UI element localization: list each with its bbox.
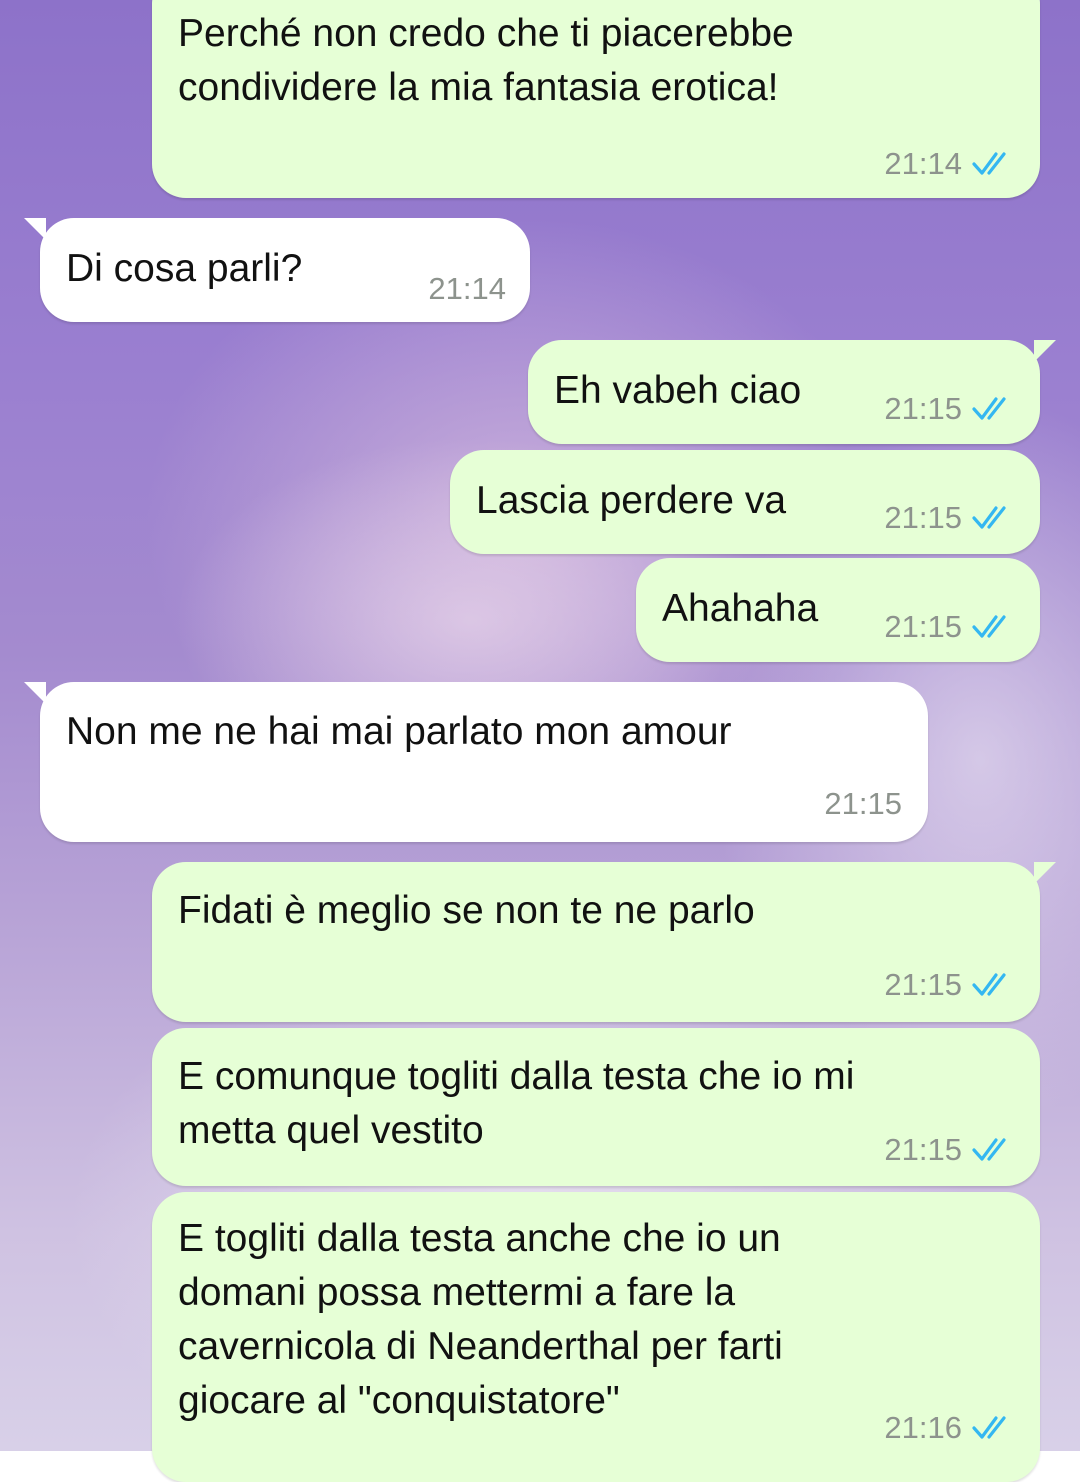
message-meta: 21:14: [884, 146, 1016, 182]
message-text: E togliti dalla testa anche che io un do…: [178, 1217, 783, 1422]
message-time: 21:15: [884, 967, 962, 1002]
message-time: 21:15: [884, 391, 962, 426]
message-bubble-outgoing[interactable]: Perché non credo che ti piacerebbe condi…: [152, 0, 1040, 198]
message-bubble-outgoing[interactable]: Fidati è meglio se non te ne parlo 21:15: [152, 862, 1056, 1022]
message-time: 21:16: [884, 1410, 962, 1445]
message-meta: 21:15: [884, 967, 1016, 1003]
message-bubble-outgoing[interactable]: Eh vabeh ciao 21:15: [528, 340, 1056, 444]
message-time: 21:15: [824, 786, 902, 821]
double-check-icon: [972, 973, 1006, 996]
double-check-icon: [972, 152, 1006, 175]
message-text: Di cosa parli?: [66, 247, 303, 290]
message-bubble-outgoing[interactable]: Ahahaha 21:15: [636, 558, 1040, 662]
message-meta: 21:15: [824, 786, 902, 822]
double-check-icon: [972, 615, 1006, 638]
message-time: 21:14: [884, 146, 962, 181]
double-check-icon: [972, 397, 1006, 420]
message-text: Fidati è meglio se non te ne parlo: [178, 889, 755, 932]
message-meta: 21:16: [884, 1410, 1016, 1446]
double-check-icon: [972, 1138, 1006, 1161]
message-bubble-outgoing[interactable]: E togliti dalla testa anche che io un do…: [152, 1192, 1040, 1482]
message-text: Perché non credo che ti piacerebbe condi…: [178, 12, 794, 109]
message-meta: 21:15: [884, 500, 1016, 536]
message-meta: 21:15: [884, 609, 1016, 645]
message-time: 21:14: [428, 271, 506, 306]
message-meta: 21:15: [884, 391, 1016, 427]
message-bubble-incoming[interactable]: Di cosa parli? 21:14: [24, 218, 530, 322]
message-text: Ahahaha: [662, 587, 819, 630]
message-text: Non me ne hai mai parlato mon amour: [66, 710, 732, 753]
message-text: E comunque togliti dalla testa che io mi…: [178, 1055, 855, 1152]
message-time: 21:15: [884, 1132, 962, 1167]
message-bubble-outgoing[interactable]: E comunque togliti dalla testa che io mi…: [152, 1028, 1040, 1186]
message-text: Eh vabeh ciao: [554, 369, 802, 412]
double-check-icon: [972, 1416, 1006, 1439]
message-bubble-outgoing[interactable]: Lascia perdere va 21:15: [450, 450, 1040, 554]
message-text: Lascia perdere va: [476, 479, 787, 522]
message-meta: 21:15: [884, 1132, 1016, 1168]
double-check-icon: [972, 506, 1006, 529]
message-time: 21:15: [884, 609, 962, 644]
message-meta: 21:14: [428, 271, 506, 307]
message-time: 21:15: [884, 500, 962, 535]
message-bubble-incoming[interactable]: Non me ne hai mai parlato mon amour 21:1…: [24, 682, 928, 842]
